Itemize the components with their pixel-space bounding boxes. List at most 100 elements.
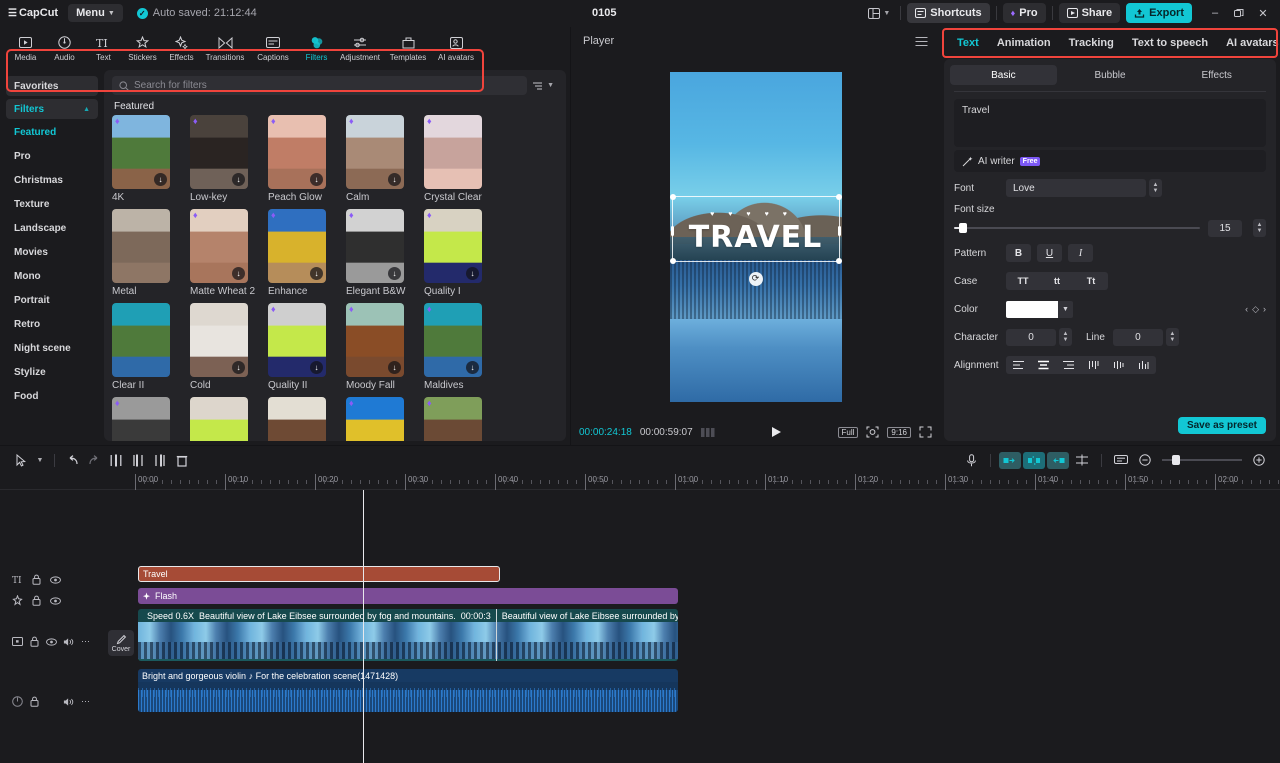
- text-selection-box[interactable]: [672, 196, 840, 262]
- magnify-icon[interactable]: [866, 426, 879, 438]
- line-value[interactable]: 0: [1113, 329, 1163, 346]
- keyframe-prev-icon[interactable]: ‹: [1245, 304, 1248, 314]
- chevron-down-icon[interactable]: ▼: [1058, 301, 1073, 318]
- export-button[interactable]: Export: [1126, 3, 1192, 23]
- download-icon[interactable]: ↓: [388, 173, 401, 186]
- italic-button[interactable]: I: [1068, 244, 1093, 262]
- tab-tracking[interactable]: Tracking: [1060, 37, 1123, 49]
- sort-button[interactable]: ▼: [533, 81, 558, 91]
- close-button[interactable]: ✕: [1252, 3, 1274, 23]
- download-icon[interactable]: ↓: [154, 173, 167, 186]
- select-tool-dropdown[interactable]: ▼: [32, 450, 48, 470]
- sidebar-item-movies[interactable]: Movies: [6, 242, 98, 262]
- tab-text-to-speech[interactable]: Text to speech: [1123, 37, 1217, 49]
- resize-handle-br[interactable]: [836, 258, 842, 264]
- mute-icon[interactable]: [63, 696, 74, 707]
- clip-audio[interactable]: Bright and gorgeous violin ♪ For the cel…: [138, 669, 678, 712]
- sub-tab-basic[interactable]: Basic: [950, 65, 1057, 85]
- filter-card[interactable]: ♦: [424, 397, 502, 441]
- filter-thumbnail[interactable]: ♦↓: [268, 209, 326, 283]
- select-tool-icon[interactable]: [10, 450, 32, 470]
- filter-card[interactable]: [190, 397, 268, 441]
- download-icon[interactable]: ↓: [388, 361, 401, 374]
- sidebar-item-pro[interactable]: Pro: [6, 146, 98, 166]
- nav-tab-captions[interactable]: Captions: [249, 30, 297, 68]
- lock-icon[interactable]: [29, 636, 40, 647]
- filter-card[interactable]: ↓Cold: [190, 303, 268, 391]
- nav-tab-text[interactable]: TI Text: [84, 30, 123, 68]
- sidebar-item-food[interactable]: Food: [6, 386, 98, 406]
- clip-text[interactable]: Travel: [138, 566, 500, 582]
- align-right-icon[interactable]: [1056, 356, 1081, 374]
- align-vertical-top-icon[interactable]: [1081, 356, 1106, 374]
- quality-button[interactable]: Full: [838, 427, 859, 438]
- resize-handle-tl[interactable]: [670, 194, 676, 200]
- restore-button[interactable]: [1228, 3, 1250, 23]
- nav-tab-filters[interactable]: Filters: [297, 30, 336, 68]
- line-stepper[interactable]: ▲▼: [1166, 328, 1179, 346]
- resize-handle-ml[interactable]: [671, 226, 674, 236]
- filter-thumbnail[interactable]: ♦↓: [268, 303, 326, 377]
- filter-card[interactable]: ♦↓4K: [112, 115, 190, 203]
- ai-writer-button[interactable]: AI writer Free: [954, 150, 1266, 172]
- sidebar-item-featured[interactable]: Featured: [6, 122, 98, 142]
- case-title-button[interactable]: Tt: [1074, 272, 1108, 290]
- undo-button[interactable]: [61, 450, 83, 470]
- download-icon[interactable]: ↓: [232, 361, 245, 374]
- shortcuts-button[interactable]: Shortcuts: [907, 3, 989, 23]
- nav-tab-audio[interactable]: Audio: [45, 30, 84, 68]
- align-left-icon[interactable]: [1006, 356, 1031, 374]
- download-icon[interactable]: ↓: [232, 267, 245, 280]
- resize-handle-tr[interactable]: [836, 194, 842, 200]
- tab-text[interactable]: Text: [948, 37, 988, 49]
- trim-end-button[interactable]: [149, 450, 171, 470]
- save-as-preset-button[interactable]: Save as preset: [1178, 417, 1266, 434]
- font-size-slider[interactable]: [954, 227, 1200, 229]
- filter-thumbnail[interactable]: ♦↓: [112, 115, 170, 189]
- align-vertical-bottom-icon[interactable]: [1131, 356, 1156, 374]
- character-value[interactable]: 0: [1006, 329, 1056, 346]
- filter-thumbnail[interactable]: ♦: [112, 397, 170, 441]
- resize-handle-bl[interactable]: [670, 258, 676, 264]
- download-icon[interactable]: ↓: [466, 361, 479, 374]
- color-swatch[interactable]: [1006, 301, 1058, 318]
- slider-knob[interactable]: [959, 223, 967, 233]
- filter-thumbnail[interactable]: ♦↓: [424, 303, 482, 377]
- sidebar-item-landscape[interactable]: Landscape: [6, 218, 98, 238]
- filter-thumbnail[interactable]: ♦: [346, 397, 404, 441]
- split-button[interactable]: [105, 450, 127, 470]
- filter-thumbnail[interactable]: [190, 397, 248, 441]
- mute-icon[interactable]: [63, 636, 74, 647]
- keyframe-diamond-icon[interactable]: ◇: [1252, 304, 1259, 315]
- ratio-button[interactable]: 9:16: [887, 427, 911, 438]
- lock-icon[interactable]: [29, 696, 40, 707]
- case-upper-button[interactable]: TT: [1006, 272, 1040, 290]
- font-size-value[interactable]: 15: [1208, 220, 1242, 237]
- font-stepper[interactable]: ▲▼: [1149, 179, 1162, 197]
- nav-tab-stickers[interactable]: Stickers: [123, 30, 162, 68]
- text-content-field[interactable]: Travel: [954, 99, 1266, 147]
- search-input[interactable]: Search for filters: [112, 76, 527, 95]
- sidebar-item-night-scene[interactable]: Night scene: [6, 338, 98, 358]
- nav-tab-adjustment[interactable]: Adjustment: [336, 30, 384, 68]
- font-size-stepper[interactable]: ▲▼: [1253, 219, 1266, 237]
- download-icon[interactable]: ↓: [466, 267, 479, 280]
- nav-tab-effects[interactable]: Effects: [162, 30, 201, 68]
- download-icon[interactable]: ↓: [310, 361, 323, 374]
- nav-tab-media[interactable]: Media: [6, 30, 45, 68]
- filter-thumbnail[interactable]: ♦↓: [346, 115, 404, 189]
- filter-card[interactable]: ♦↓Maldives: [424, 303, 502, 391]
- filter-card[interactable]: ♦↓Peach Glow: [268, 115, 346, 203]
- auto-cut-right-button[interactable]: [1047, 452, 1069, 469]
- nav-tab-ai-avatars[interactable]: AI avatars: [432, 30, 480, 68]
- filter-card[interactable]: Clear II: [112, 303, 190, 391]
- sub-tab-bubble[interactable]: Bubble: [1057, 65, 1164, 85]
- sidebar-item-stylize[interactable]: Stylize: [6, 362, 98, 382]
- sidebar-group-filters[interactable]: Filters ▲: [6, 99, 98, 119]
- resize-handle-mr[interactable]: [838, 226, 841, 236]
- playhead[interactable]: [363, 490, 364, 763]
- zoom-in-icon[interactable]: [1248, 450, 1270, 470]
- clip-video[interactable]: Speed 0.6X Beautiful view of Lake Eibsee…: [138, 609, 678, 661]
- visibility-icon[interactable]: [46, 636, 57, 647]
- case-lower-button[interactable]: tt: [1040, 272, 1074, 290]
